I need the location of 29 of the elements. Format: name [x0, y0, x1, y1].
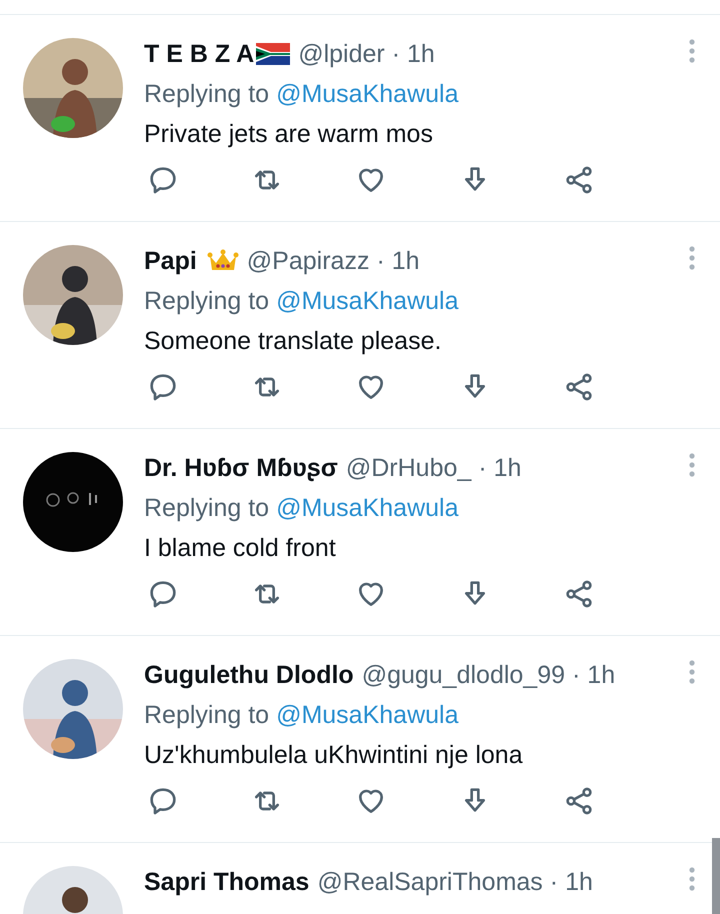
reply-text: Someone translate please.: [144, 326, 442, 356]
author-name: Papi: [144, 246, 197, 276]
author-handle: @gugu_dlodlo_99: [362, 660, 566, 690]
post-time: · 1h: [572, 660, 616, 690]
replying-to-label: Replying to: [144, 700, 270, 730]
post-time: · 1h: [376, 246, 420, 276]
author-handle: @RealSapriThomas: [317, 868, 543, 896]
reply-text: I blame cold front: [144, 534, 336, 562]
reply-text: Uz'khumbulela uKhwintini nje lona: [144, 740, 523, 770]
author-handle: @DrHubo_: [346, 454, 472, 482]
replying-to-label: Replying to: [144, 286, 270, 316]
replying-to-label: Replying to: [144, 494, 270, 522]
post-time: · 1h: [550, 868, 593, 896]
replying-to-label: Replying to: [144, 80, 270, 108]
post-time: · 1h: [478, 454, 522, 482]
flag-icon: [256, 43, 290, 65]
post-time: · 1h: [392, 40, 435, 68]
author-name: Sapri Thomas: [144, 868, 310, 896]
scrollbar[interactable]: [712, 838, 720, 914]
author-name: Gugulethu Dlodlo: [144, 660, 354, 690]
mention-link[interactable]: @MusaKhawula: [276, 700, 458, 730]
reply-text: Private jets are warm mos: [144, 120, 433, 148]
author-name: T E B Z A: [144, 40, 254, 68]
mention-link[interactable]: @MusaKhawula: [276, 80, 458, 108]
author-handle: @Papirazz: [246, 246, 370, 276]
mention-link[interactable]: @MusaKhawula: [276, 286, 458, 316]
author-name: Dr. Hʋɓσ Mɓʋʂσ: [144, 454, 338, 482]
author-handle: @lpider: [298, 40, 385, 68]
mention-link[interactable]: @MusaKhawula: [276, 494, 458, 522]
